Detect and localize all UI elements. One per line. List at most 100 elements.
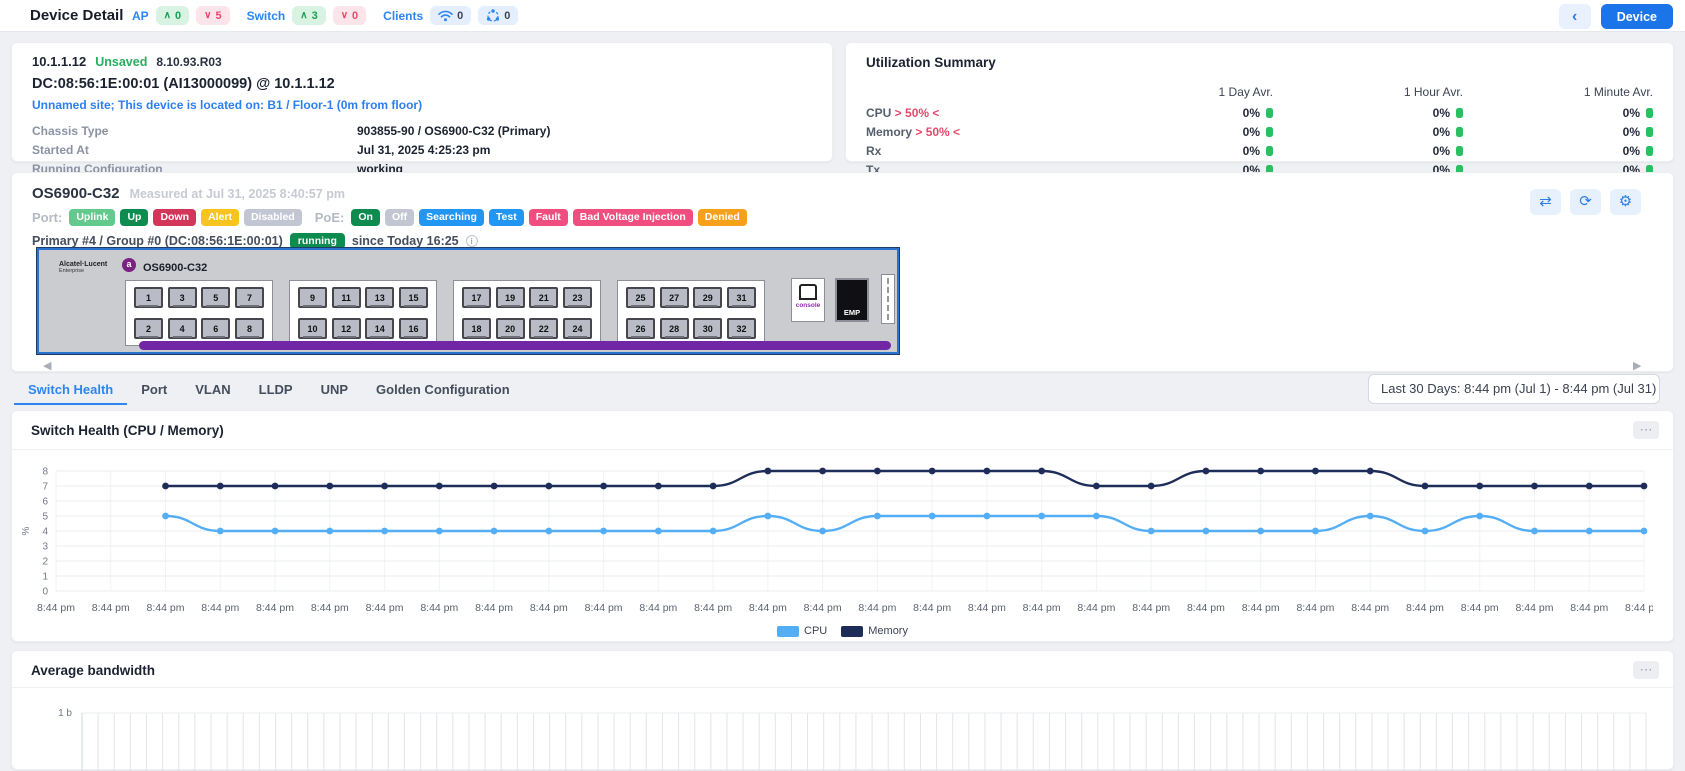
port-4[interactable]: 4	[168, 318, 197, 339]
device-location-link[interactable]: Unnamed site; This device is located on:…	[32, 98, 812, 112]
info-icon[interactable]: i	[466, 235, 478, 247]
status-ok-dot	[1646, 127, 1653, 137]
port-32[interactable]: 32	[727, 318, 756, 339]
device-field-row: Chassis Type903855-90 / OS6900-C32 (Prim…	[32, 121, 812, 140]
ap-up-chip[interactable]: ∧0	[156, 6, 189, 25]
util-column-1-minute-avr: 1 Minute Avr.	[1463, 85, 1653, 99]
legend-item-cpu[interactable]: CPU	[777, 625, 827, 637]
scroll-right-icon[interactable]: ▶	[1633, 359, 1641, 372]
tab-unp[interactable]: UNP	[307, 378, 362, 405]
field-value-started-at: Jul 31, 2025 4:25:23 pm	[357, 143, 490, 157]
port-11[interactable]: 11	[332, 287, 361, 308]
clients-wifi-chip[interactable]: 0	[430, 6, 471, 25]
tab-switch-health[interactable]: Switch Health	[14, 378, 127, 405]
port-24[interactable]: 24	[563, 318, 592, 339]
cluster-icon	[486, 9, 500, 23]
port-12[interactable]: 12	[332, 318, 361, 339]
emp-port[interactable]: EMP	[835, 278, 869, 322]
tab-port[interactable]: Port	[127, 378, 181, 405]
port-19[interactable]: 19	[496, 287, 525, 308]
poe-legend-label: PoE:	[315, 210, 345, 225]
svg-text:8:44 pm: 8:44 pm	[858, 602, 896, 614]
port-5[interactable]: 5	[201, 287, 230, 308]
down-arrow-icon: ∨	[204, 10, 211, 21]
svg-text:8:44 pm: 8:44 pm	[1296, 602, 1334, 614]
tab-golden-configuration[interactable]: Golden Configuration	[362, 378, 524, 405]
measured-at-text: Measured at Jul 31, 2025 8:40:57 pm	[130, 187, 345, 201]
port-2[interactable]: 2	[134, 318, 163, 339]
port-group-4: 25272931 26283032	[617, 280, 765, 346]
util-value: 0%	[1083, 125, 1273, 139]
svg-text:8:44 pm: 8:44 pm	[694, 602, 732, 614]
poe-badge-on: On	[351, 209, 380, 226]
util-value: 0%	[1083, 144, 1273, 158]
port-9[interactable]: 9	[298, 287, 327, 308]
device-button[interactable]: Device	[1601, 4, 1673, 29]
switch-up-chip[interactable]: ∧3	[292, 6, 325, 25]
port-26[interactable]: 26	[626, 318, 655, 339]
status-ok-dot	[1266, 108, 1273, 118]
port-23[interactable]: 23	[563, 287, 592, 308]
primary-group-text: Primary #4 / Group #0 (DC:08:56:1E:00:01…	[32, 234, 283, 248]
port-30[interactable]: 30	[693, 318, 722, 339]
field-label-started-at: Started At	[32, 143, 357, 157]
port-14[interactable]: 14	[365, 318, 394, 339]
refresh-button[interactable]: ⟳	[1570, 189, 1601, 215]
port-3[interactable]: 3	[168, 287, 197, 308]
port-7[interactable]: 7	[235, 287, 264, 308]
port-28[interactable]: 28	[660, 318, 689, 339]
util-value: 0%	[1463, 144, 1653, 158]
port-21[interactable]: 21	[529, 287, 558, 308]
tab-lldp[interactable]: LLDP	[245, 378, 307, 405]
port-13[interactable]: 13	[365, 287, 394, 308]
port-6[interactable]: 6	[201, 318, 230, 339]
clients-label: Clients	[383, 9, 423, 23]
page-title: Device Detail	[30, 7, 123, 24]
chart-menu-icon[interactable]: ⋯	[1633, 661, 1659, 679]
svg-text:8:44 pm: 8:44 pm	[1351, 602, 1389, 614]
port-badge-up: Up	[120, 209, 148, 226]
port-27[interactable]: 27	[660, 287, 689, 308]
clients-cluster-chip[interactable]: 0	[478, 6, 518, 25]
switch-down-chip[interactable]: ∨0	[333, 6, 366, 25]
switch-down-count: 0	[352, 10, 358, 22]
swap-view-button[interactable]: ⇄	[1530, 189, 1561, 215]
save-status-badge: Unsaved	[95, 55, 147, 69]
settings-gear-button[interactable]: ⚙	[1610, 189, 1641, 215]
port-20[interactable]: 20	[496, 318, 525, 339]
svg-text:8:44 pm: 8:44 pm	[256, 602, 294, 614]
port-15[interactable]: 15	[399, 287, 428, 308]
back-button[interactable]: ‹	[1559, 4, 1591, 29]
poe-badge-fault: Fault	[529, 209, 568, 226]
port-legend-label: Port:	[32, 210, 62, 225]
ap-down-chip[interactable]: ∨5	[196, 6, 229, 25]
port-17[interactable]: 17	[462, 287, 491, 308]
port-31[interactable]: 31	[727, 287, 756, 308]
port-25[interactable]: 25	[626, 287, 655, 308]
util-column-1-hour-avr: 1 Hour Avr.	[1273, 85, 1463, 99]
up-arrow-icon: ∧	[164, 10, 171, 21]
svg-text:8:44 pm: 8:44 pm	[749, 602, 787, 614]
date-range-selector[interactable]: Last 30 Days: 8:44 pm (Jul 1) - 8:44 pm …	[1368, 374, 1660, 404]
poe-badge-bad-voltage-injection: Bad Voltage Injection	[573, 209, 693, 226]
svg-text:8:44 pm: 8:44 pm	[1516, 602, 1554, 614]
scroll-left-icon[interactable]: ◀	[43, 359, 51, 372]
port-group-2: 9111315 10121416	[289, 280, 437, 346]
chart-menu-icon[interactable]: ⋯	[1633, 421, 1659, 439]
port-16[interactable]: 16	[399, 318, 428, 339]
svg-text:8:44 pm: 8:44 pm	[1242, 602, 1280, 614]
top-bar: Device Detail AP ∧0 ∨5 Switch ∧3 ∨0 Clie…	[0, 0, 1685, 32]
tab-vlan[interactable]: VLAN	[181, 378, 244, 405]
port-1[interactable]: 1	[134, 287, 163, 308]
legend-item-memory[interactable]: Memory	[841, 625, 908, 637]
emp-label: EMP	[844, 308, 860, 317]
svg-text:2: 2	[42, 557, 48, 568]
console-port[interactable]: console	[791, 278, 825, 322]
port-22[interactable]: 22	[529, 318, 558, 339]
port-18[interactable]: 18	[462, 318, 491, 339]
chart-title: Average bandwidth	[31, 663, 155, 678]
up-arrow-icon: ∧	[300, 10, 307, 21]
port-29[interactable]: 29	[693, 287, 722, 308]
port-8[interactable]: 8	[235, 318, 264, 339]
port-10[interactable]: 10	[298, 318, 327, 339]
